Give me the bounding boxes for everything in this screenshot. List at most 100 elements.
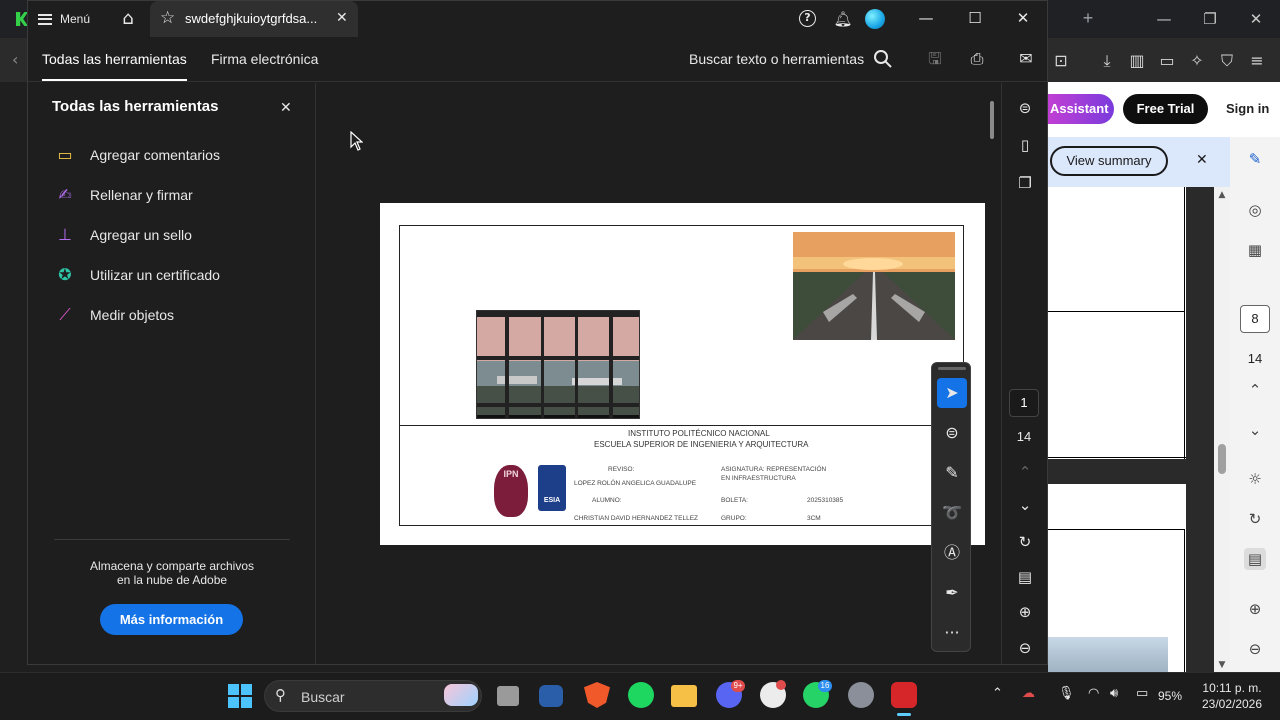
page-down-icon[interactable]: ⌄: [1244, 419, 1266, 441]
tab-e-signature[interactable]: Firma electrónica: [211, 51, 318, 67]
email-icon[interactable]: ✉: [1015, 48, 1037, 70]
tool-measure-objects[interactable]: ⟋ Medir objetos: [52, 302, 292, 328]
thumbnails-icon[interactable]: ▦: [1244, 239, 1266, 261]
select-tool-icon[interactable]: ➤: [937, 378, 967, 408]
add-comment-tool-icon[interactable]: ⊜: [937, 418, 967, 448]
web-page-number-input[interactable]: 8: [1240, 305, 1270, 333]
doc-tools-icon[interactable]: ✎: [1244, 148, 1266, 170]
school-name: ESCUELA SUPERIOR DE INGENIERIA Y ARQUITE…: [594, 440, 809, 449]
tab-all-tools[interactable]: Todas las herramientas: [42, 51, 187, 67]
screenshot-icon[interactable]: ⊡: [1050, 50, 1072, 72]
panel-close-icon[interactable]: ✕: [280, 100, 292, 116]
sign-in-link[interactable]: Sign in: [1226, 101, 1269, 116]
hamburger-icon: [38, 13, 52, 25]
download-icon[interactable]: ⤓: [1096, 50, 1118, 72]
add-text-tool-icon[interactable]: Ⓐ: [937, 538, 967, 568]
avatar[interactable]: [865, 9, 885, 29]
more-tools-icon[interactable]: ···: [937, 618, 967, 648]
close-icon[interactable]: ✕: [1011, 7, 1035, 29]
panel-divider: [54, 539, 290, 540]
save-icon[interactable]: 🖫︎: [924, 48, 946, 70]
tool-use-certificate[interactable]: ✪ Utilizar un certificado: [52, 262, 292, 288]
tool-add-comments[interactable]: ▭ Agregar comentarios: [52, 142, 292, 168]
start-button[interactable]: [228, 684, 252, 708]
search-tools-input[interactable]: Buscar texto o herramientas: [689, 51, 864, 67]
zoom-in-icon[interactable]: ⊕: [1244, 598, 1266, 620]
bg-close-icon[interactable]: ✕: [1244, 8, 1268, 30]
tool-fill-and-sign[interactable]: ✍ Rellenar y firmar: [52, 182, 292, 208]
previous-page-icon[interactable]: ⌃: [1013, 460, 1037, 484]
home-icon[interactable]: ⌂: [116, 7, 140, 31]
settings-gear-icon[interactable]: [848, 682, 874, 708]
maximize-icon[interactable]: ☐: [963, 7, 987, 29]
rotate-view-icon[interactable]: ↻: [1013, 530, 1037, 554]
sidebar-icon[interactable]: ▥: [1126, 50, 1148, 72]
draw-freeform-tool-icon[interactable]: ➰: [937, 498, 967, 528]
windows-logo-icon: [241, 684, 252, 695]
star-icon[interactable]: ☆: [160, 8, 175, 28]
search-icon[interactable]: [872, 48, 894, 70]
tool-add-stamp[interactable]: ⊥ Agregar un sello: [52, 222, 292, 248]
comments-rail-icon[interactable]: ⊜: [1013, 96, 1037, 120]
new-tab-icon[interactable]: +: [1078, 8, 1098, 28]
highlight-tool-icon[interactable]: ✎: [937, 458, 967, 488]
scroll-down-icon[interactable]: ▼: [1216, 660, 1228, 670]
search-highlight-icon[interactable]: [444, 684, 478, 706]
volume-icon[interactable]: 🔊︎: [1110, 686, 1118, 701]
rotate-icon[interactable]: ↻: [1244, 508, 1266, 530]
visual-studio-app-icon[interactable]: [539, 685, 563, 707]
document-tab[interactable]: ☆ swdefghjkuioytgrfdsa... ✕: [150, 1, 358, 37]
onedrive-status-icon[interactable]: ☁: [1022, 686, 1035, 701]
free-trial-button[interactable]: Free Trial: [1123, 94, 1208, 124]
web-scrollbar[interactable]: [1214, 187, 1230, 672]
active-app-indicator: [897, 713, 911, 716]
menu-button[interactable]: Menú: [38, 7, 90, 31]
wallet-icon[interactable]: ▭: [1156, 50, 1178, 72]
battery-icon[interactable]: ▭: [1136, 686, 1148, 701]
bg-minimize-icon[interactable]: —: [1152, 8, 1176, 30]
bookmarks-icon[interactable]: ▯: [1013, 133, 1037, 157]
summary-close-icon[interactable]: ✕: [1196, 152, 1208, 168]
bg-restore-icon[interactable]: ❐: [1198, 8, 1222, 30]
adobe-acrobat-icon[interactable]: [891, 682, 917, 708]
next-page-icon[interactable]: ⌄: [1013, 493, 1037, 517]
page-number-input[interactable]: 1: [1009, 389, 1039, 417]
notifications-bell-icon[interactable]: 🔔︎: [832, 8, 854, 30]
microphone-icon[interactable]: 🎙︎: [1058, 686, 1075, 701]
page-up-icon[interactable]: ⌃: [1244, 379, 1266, 401]
show-hidden-icons-icon[interactable]: ⌃: [992, 686, 1003, 701]
print-icon[interactable]: ⎙: [966, 48, 988, 70]
page-tools-icon[interactable]: ▤: [1013, 565, 1037, 589]
clock-time[interactable]: 10:11 p. m.: [1198, 681, 1266, 695]
shield-icon[interactable]: ⛉: [1216, 50, 1238, 72]
back-icon[interactable]: ‹: [12, 50, 18, 69]
file-explorer-icon[interactable]: [671, 685, 697, 707]
clock-date[interactable]: 23/02/2026: [1198, 697, 1266, 711]
spotify-icon[interactable]: [628, 682, 654, 708]
tab-close-icon[interactable]: ✕: [336, 10, 348, 26]
minimize-icon[interactable]: —: [914, 7, 938, 29]
toolbar-grip[interactable]: [938, 367, 966, 370]
zoom-out-icon[interactable]: ⊖: [1013, 636, 1037, 660]
whatsapp-badge: 16: [818, 680, 832, 692]
scroll-up-icon[interactable]: ▲: [1216, 190, 1228, 200]
web-scroll-thumb[interactable]: [1218, 444, 1226, 474]
assistant-button[interactable]: Assistant: [1048, 94, 1114, 124]
comment-rail-icon[interactable]: ◎: [1244, 199, 1266, 221]
zoom-in-icon[interactable]: ⊕: [1013, 600, 1037, 624]
browser-menu-icon[interactable]: ≡: [1246, 50, 1268, 72]
help-icon[interactable]: ?: [799, 10, 816, 27]
zoom-out-icon[interactable]: ⊖: [1244, 638, 1266, 660]
file-viewer-app-icon[interactable]: [497, 686, 519, 706]
page-view-icon[interactable]: ▤: [1244, 548, 1266, 570]
more-info-button[interactable]: Más información: [100, 604, 243, 635]
brightness-icon[interactable]: ☼: [1244, 468, 1266, 490]
view-summary-button[interactable]: View summary: [1050, 146, 1168, 176]
wifi-icon[interactable]: ◠: [1088, 686, 1099, 701]
copilot-icon[interactable]: ✧: [1186, 50, 1208, 72]
document-scroll-thumb[interactable]: [990, 101, 994, 139]
sign-tool-icon[interactable]: ✒: [937, 578, 967, 608]
pages-icon[interactable]: ❐: [1013, 171, 1037, 195]
pdf-page[interactable]: INSTITUTO POLITÉCNICO NACIONAL ESCUELA S…: [380, 203, 985, 545]
title-bar: Menú ⌂ ☆ swdefghjkuioytgrfdsa... ✕ ? 🔔︎ …: [28, 1, 1047, 37]
